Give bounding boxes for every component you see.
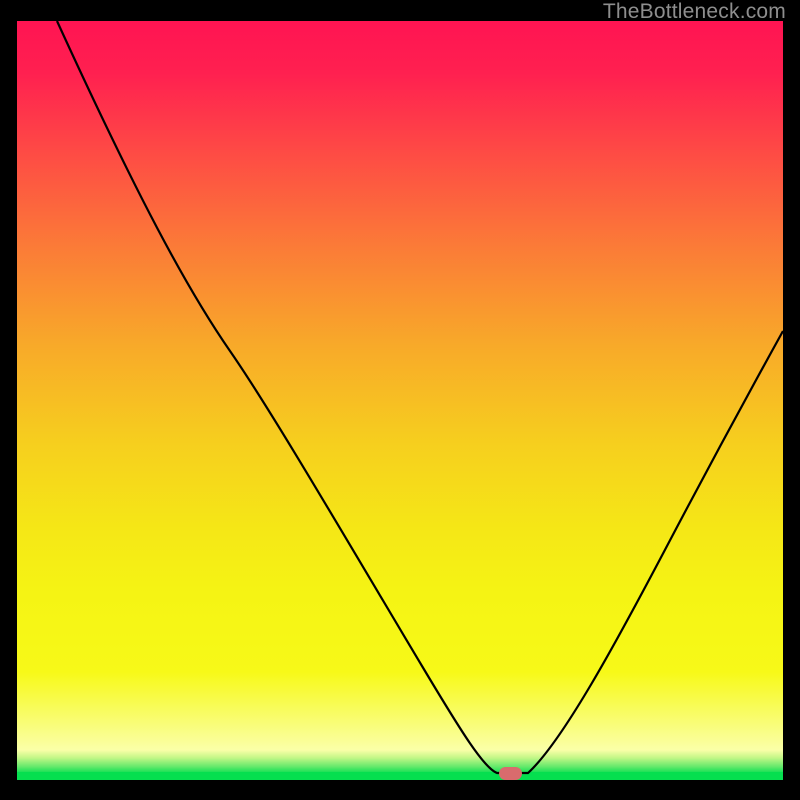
- plot-svg: [17, 21, 783, 780]
- heat-gradient-green: [17, 750, 783, 772]
- heat-band-green: [17, 772, 783, 780]
- heat-gradient-pale: [17, 672, 783, 750]
- chart-frame: TheBottleneck.com: [0, 0, 800, 800]
- optimal-marker: [499, 767, 522, 780]
- heat-gradient-main: [17, 21, 783, 672]
- plot-area: [17, 21, 783, 780]
